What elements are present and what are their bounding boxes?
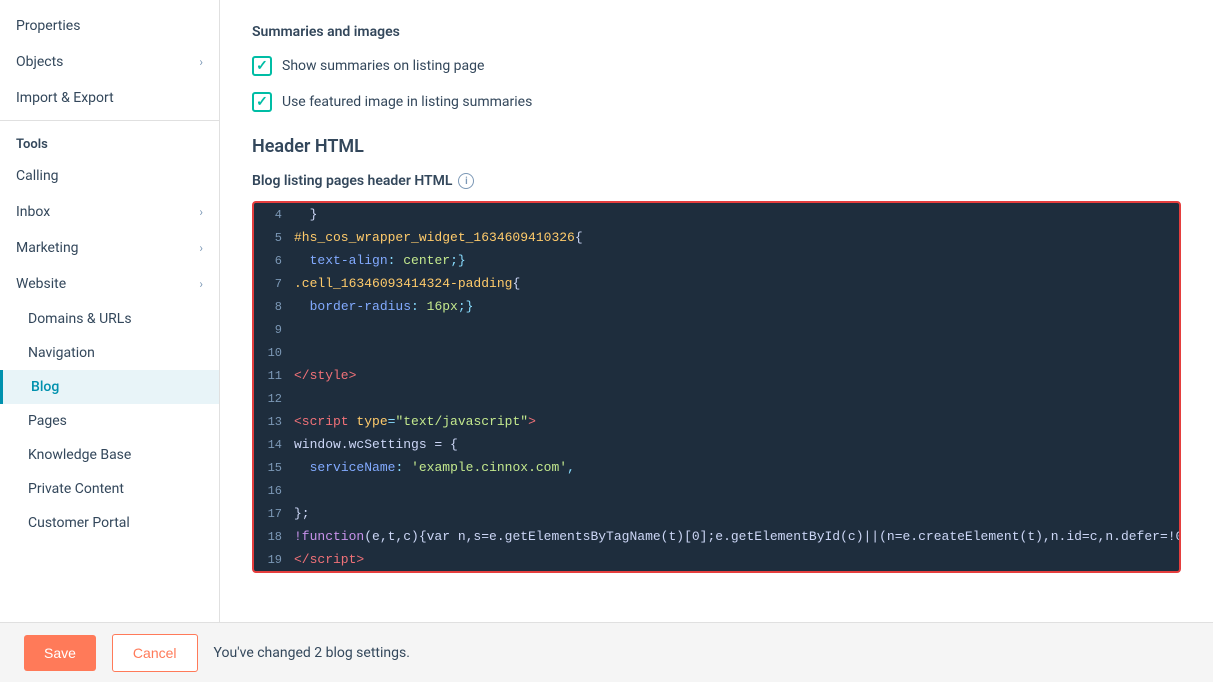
show-summaries-checkbox[interactable] <box>252 56 272 76</box>
header-html-title: Header HTML <box>252 136 1181 157</box>
tools-section-header: Tools <box>0 125 219 158</box>
line-content: border-radius: 16px;} <box>290 295 1179 318</box>
line-content: } <box>290 203 1179 226</box>
line-content: </style> <box>290 364 1179 387</box>
code-line: 5#hs_cos_wrapper_widget_1634609410326{ <box>254 226 1179 249</box>
line-number: 7 <box>254 272 290 295</box>
line-content: </script> <box>290 548 1179 571</box>
line-content: text-align: center;} <box>290 249 1179 272</box>
line-content <box>290 318 1179 341</box>
code-line: 10 <box>254 341 1179 364</box>
line-content <box>290 387 1179 410</box>
line-number: 18 <box>254 525 290 548</box>
sidebar-sub-item-knowledge-base[interactable]: Knowledge Base <box>0 438 219 472</box>
line-number: 6 <box>254 249 290 272</box>
sidebar-item-label: Objects <box>16 54 63 70</box>
checkbox-row-summaries: Show summaries on listing page <box>252 56 1181 76</box>
sidebar-item-label: Calling <box>16 168 59 184</box>
line-content: .cell_16346093414324-padding{ <box>290 272 1179 295</box>
line-content: <script type="text/javascript"> <box>290 410 1179 433</box>
code-line: 15 serviceName: 'example.cinnox.com', <box>254 456 1179 479</box>
chevron-down-icon: › <box>199 241 203 255</box>
code-line: 14window.wcSettings = { <box>254 433 1179 456</box>
line-content <box>290 479 1179 502</box>
line-number: 4 <box>254 203 290 226</box>
sidebar-sub-item-pages[interactable]: Pages <box>0 404 219 438</box>
field-label-blog-header: Blog listing pages header HTML i <box>252 173 1181 189</box>
code-line: 8 border-radius: 16px;} <box>254 295 1179 318</box>
show-summaries-label: Show summaries on listing page <box>282 58 484 74</box>
sidebar-item-calling[interactable]: Calling <box>0 158 219 194</box>
code-line: 18!function(e,t,c){var n,s=e.getElements… <box>254 525 1179 548</box>
code-line: 19</script> <box>254 548 1179 571</box>
code-line: 11</style> <box>254 364 1179 387</box>
line-number: 8 <box>254 295 290 318</box>
line-number: 14 <box>254 433 290 456</box>
sidebar-item-label: Inbox <box>16 204 50 220</box>
line-number: 9 <box>254 318 290 341</box>
line-content: #hs_cos_wrapper_widget_1634609410326{ <box>290 226 1179 249</box>
footer-message: You've changed 2 blog settings. <box>214 645 410 661</box>
footer: Save Cancel You've changed 2 blog settin… <box>0 622 1213 682</box>
line-content: window.wcSettings = { <box>290 433 1179 456</box>
summaries-section-title: Summaries and images <box>252 24 1181 40</box>
info-icon[interactable]: i <box>458 173 474 189</box>
sidebar-item-label: Marketing <box>16 240 79 256</box>
line-content: serviceName: 'example.cinnox.com', <box>290 456 1179 479</box>
code-line: 13<script type="text/javascript"> <box>254 410 1179 433</box>
code-line: 4 } <box>254 203 1179 226</box>
line-number: 17 <box>254 502 290 525</box>
sidebar-item-website[interactable]: Website › <box>0 266 219 302</box>
checkbox-row-featured-image: Use featured image in listing summaries <box>252 92 1181 112</box>
featured-image-label: Use featured image in listing summaries <box>282 94 532 110</box>
line-number: 19 <box>254 548 290 571</box>
cancel-button[interactable]: Cancel <box>112 634 198 672</box>
line-number: 13 <box>254 410 290 433</box>
line-number: 16 <box>254 479 290 502</box>
code-line: 12 <box>254 387 1179 410</box>
sidebar-item-marketing[interactable]: Marketing › <box>0 230 219 266</box>
sidebar: Properties Objects › Import & Export Too… <box>0 0 220 622</box>
sidebar-item-label: Properties <box>16 18 80 34</box>
code-line: 17}; <box>254 502 1179 525</box>
featured-image-checkbox[interactable] <box>252 92 272 112</box>
code-editor[interactable]: 4 }5#hs_cos_wrapper_widget_1634609410326… <box>252 201 1181 573</box>
sidebar-item-label: Website <box>16 276 66 292</box>
chevron-down-icon: › <box>199 55 203 69</box>
save-button[interactable]: Save <box>24 635 96 671</box>
code-line: 7.cell_16346093414324-padding{ <box>254 272 1179 295</box>
code-line: 9 <box>254 318 1179 341</box>
sidebar-sub-item-blog[interactable]: Blog <box>0 370 219 404</box>
sidebar-item-properties[interactable]: Properties <box>0 8 219 44</box>
sidebar-item-label: Import & Export <box>16 90 114 106</box>
code-line: 6 text-align: center;} <box>254 249 1179 272</box>
sidebar-sub-item-private-content[interactable]: Private Content <box>0 472 219 506</box>
sidebar-item-import-export[interactable]: Import & Export <box>0 80 219 116</box>
line-number: 10 <box>254 341 290 364</box>
line-number: 5 <box>254 226 290 249</box>
line-number: 11 <box>254 364 290 387</box>
sidebar-sub-item-customer-portal[interactable]: Customer Portal <box>0 506 219 540</box>
chevron-down-icon: › <box>199 277 203 291</box>
line-content: !function(e,t,c){var n,s=e.getElementsBy… <box>290 525 1179 548</box>
main-content: Summaries and images Show summaries on l… <box>220 0 1213 622</box>
sidebar-item-objects[interactable]: Objects › <box>0 44 219 80</box>
chevron-down-icon: › <box>199 205 203 219</box>
line-content: }; <box>290 502 1179 525</box>
line-content <box>290 341 1179 364</box>
code-line: 16 <box>254 479 1179 502</box>
sidebar-sub-item-domains-urls[interactable]: Domains & URLs <box>0 302 219 336</box>
sidebar-sub-item-navigation[interactable]: Navigation <box>0 336 219 370</box>
sidebar-item-inbox[interactable]: Inbox › <box>0 194 219 230</box>
line-number: 15 <box>254 456 290 479</box>
line-number: 12 <box>254 387 290 410</box>
